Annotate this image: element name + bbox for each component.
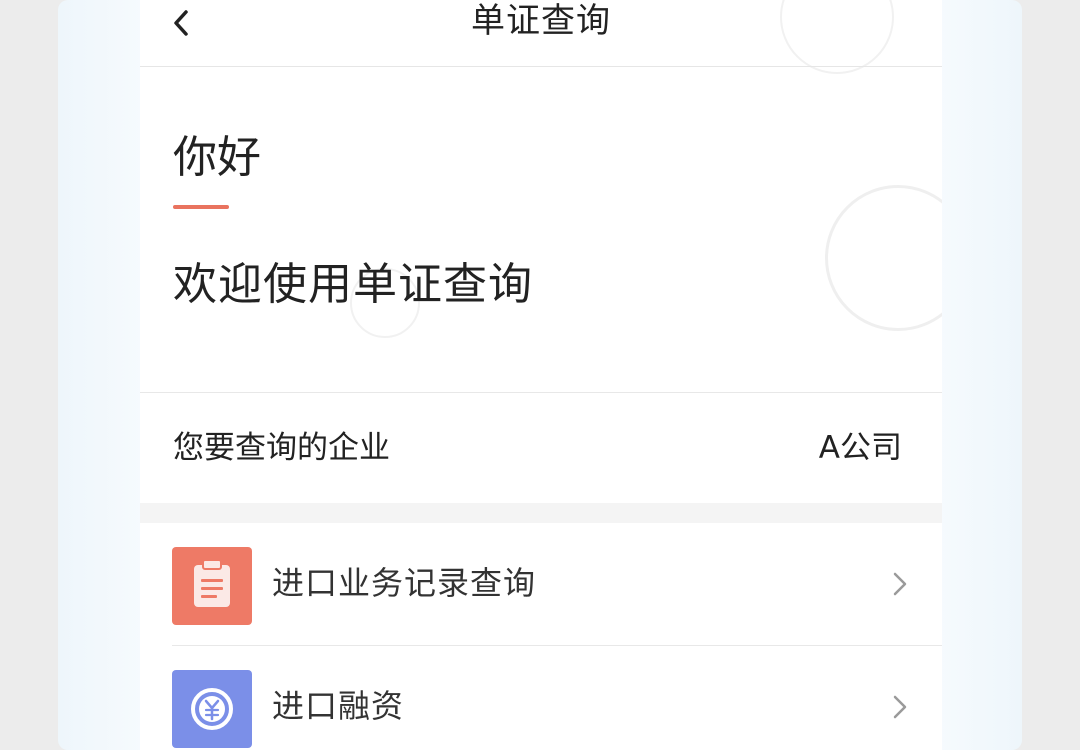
chevron-right-icon [893,695,907,719]
company-value[interactable]: A公司 [819,427,902,469]
company-selector-row[interactable]: 您要查询的企业 A公司 [140,393,942,503]
app-screen: 单证查询 你好 欢迎使用单证查询 您要查询的企业 A公司 进口业务记录查询 进口… [140,0,942,750]
greeting-accent-line [173,205,229,209]
menu-item-import-financing[interactable]: 进口融资 [140,646,942,750]
decorative-circle [825,185,942,331]
company-label: 您要查询的企业 [173,430,390,466]
menu-item-label: 进口业务记录查询 [272,564,537,602]
nav-bar: 单证查询 [140,0,942,67]
page-title: 单证查询 [471,1,611,41]
chevron-right-icon [893,572,907,596]
greeting-hello: 你好 [173,132,261,183]
section-gap [140,503,942,523]
menu-item-label: 进口融资 [272,687,405,725]
clipboard-icon [172,547,252,625]
greeting-welcome: 欢迎使用单证查询 [173,259,533,310]
yen-coin-icon [172,670,252,748]
menu-item-import-records[interactable]: 进口业务记录查询 [140,523,942,645]
